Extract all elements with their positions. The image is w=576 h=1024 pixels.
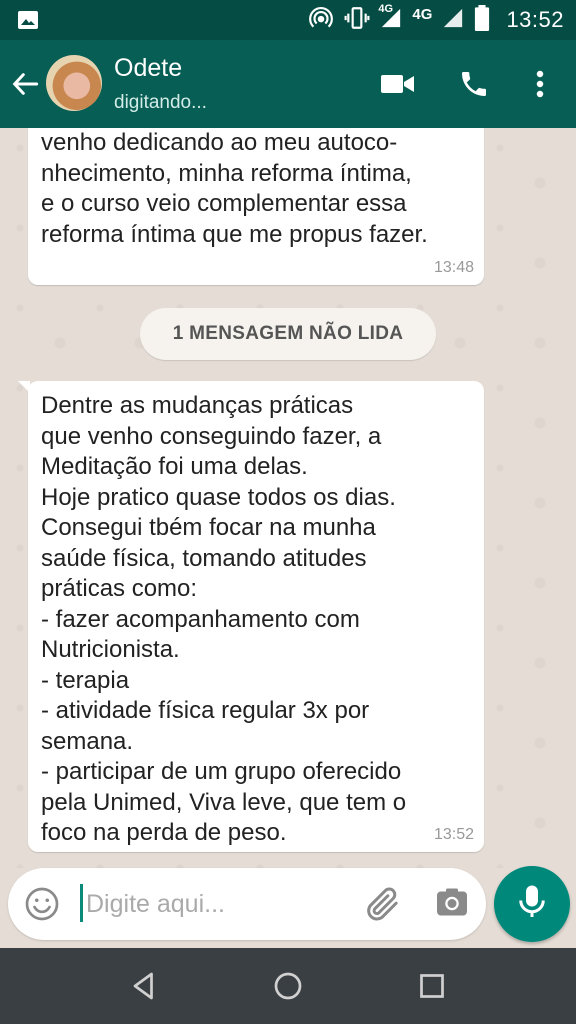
signal-icon: 4G — [378, 3, 402, 34]
video-call-icon[interactable] — [378, 64, 418, 104]
back-arrow-icon[interactable] — [10, 68, 42, 100]
camera-icon[interactable] — [434, 884, 474, 924]
hotspot-icon — [308, 5, 334, 36]
network-label-small: 4G — [378, 2, 394, 15]
message-bubble[interactable]: venho dedicando ao meu autoco- nheciment… — [28, 128, 484, 285]
phone-icon[interactable] — [456, 64, 492, 104]
attach-icon[interactable] — [362, 884, 402, 924]
contact-status: digitando... — [114, 92, 207, 113]
mic-icon — [517, 884, 547, 925]
network-label: 4G — [412, 5, 433, 23]
battery-icon — [474, 4, 490, 36]
message-bubble[interactable]: Dentre as mudanças práticas que venho co… — [18, 381, 484, 852]
more-vert-icon[interactable] — [526, 64, 554, 104]
chat-area[interactable]: venho dedicando ao meu autoco- nheciment… — [0, 128, 576, 868]
composer — [8, 868, 486, 940]
chat-header: Odete digitando... — [0, 40, 576, 128]
message-text: Dentre as mudanças práticas que venho co… — [41, 392, 407, 846]
status-bar: 4G 4G 13:52 — [0, 0, 576, 40]
signal-icon-2 — [442, 7, 464, 34]
nav-recents-icon[interactable] — [414, 968, 450, 1004]
nav-back-icon[interactable] — [126, 968, 162, 1004]
contact-avatar[interactable] — [46, 55, 102, 111]
status-time: 13:52 — [506, 7, 564, 32]
message-time: 13:48 — [433, 259, 474, 276]
text-cursor — [80, 884, 83, 922]
message-input[interactable] — [86, 884, 356, 924]
contact-name[interactable]: Odete — [114, 54, 182, 83]
vibrate-icon — [344, 5, 370, 36]
system-nav-bar — [0, 948, 576, 1024]
unread-divider: 1 MENSAGEM NÃO LIDA — [140, 308, 436, 360]
emoji-icon[interactable] — [24, 886, 60, 922]
nav-home-icon[interactable] — [270, 968, 306, 1004]
message-text: venho dedicando ao meu autoco- nheciment… — [41, 129, 428, 248]
mic-button[interactable] — [494, 866, 570, 942]
image-icon — [16, 8, 40, 37]
message-time: 13:52 — [433, 826, 474, 843]
